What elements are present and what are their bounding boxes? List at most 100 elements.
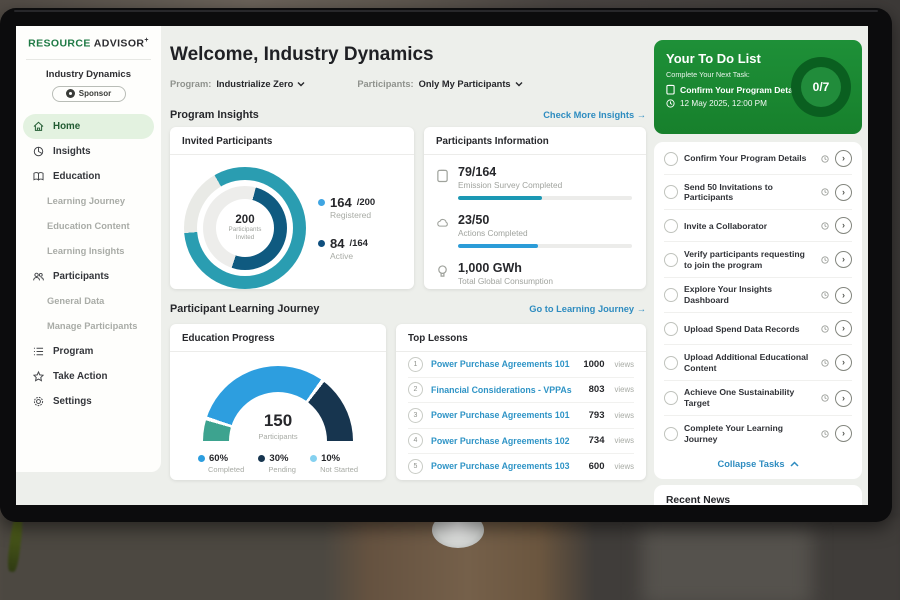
task-go-button[interactable]: › — [835, 287, 852, 304]
legend-value: 60% — [209, 453, 228, 464]
logo-part2: ADVISOR — [94, 38, 145, 50]
go-to-learning-journey-link[interactable]: Go to Learning Journey → — [529, 304, 646, 314]
sidebar-item-insights[interactable]: Insights — [16, 139, 161, 164]
active-dot — [318, 240, 325, 247]
task-go-button[interactable]: › — [835, 354, 852, 371]
sidebar-item-take-action[interactable]: Take Action — [16, 364, 161, 389]
sidebar-item-education-content[interactable]: Education Content — [16, 214, 161, 239]
views-label: views — [615, 385, 635, 394]
legend-label: Completed — [208, 465, 244, 474]
participants-filter-select[interactable]: Only My Participants — [419, 79, 523, 89]
task-go-button[interactable]: › — [835, 217, 852, 234]
list-icon — [32, 345, 45, 358]
task-row[interactable]: Achieve One Sustainability Target › — [664, 381, 852, 416]
registered-legend: 164/200 Registered — [318, 195, 375, 220]
task-row[interactable]: Upload Spend Data Records › — [664, 313, 852, 345]
gauge-value: 150 — [203, 411, 353, 431]
metric-label: Total Global Consumption — [458, 276, 632, 286]
task-label: Upload Additional Educational Content — [684, 352, 815, 373]
task-checkbox[interactable] — [664, 219, 678, 233]
views-count: 1000 — [583, 359, 604, 370]
program-filter-select[interactable]: Industrialize Zero — [216, 79, 305, 89]
legend-not-started: 10% Not Started — [310, 453, 358, 474]
task-row[interactable]: Verify participants requesting to join t… — [664, 242, 852, 277]
chevron-down-icon — [297, 81, 305, 87]
rank-badge: 5 — [408, 459, 423, 474]
task-go-button[interactable]: › — [835, 184, 852, 201]
views-label: views — [615, 436, 635, 445]
clock-icon — [821, 183, 829, 201]
lesson-link[interactable]: Power Purchase Agreements 101 — [431, 410, 581, 420]
not-started-dot — [310, 455, 317, 462]
sidebar-item-participants[interactable]: Participants — [16, 264, 161, 289]
views-label: views — [615, 411, 635, 420]
task-go-button[interactable]: › — [835, 425, 852, 442]
lesson-row[interactable]: 5 Power Purchase Agreements 103 600 view… — [408, 454, 634, 479]
sidebar-item-general-data[interactable]: General Data — [16, 289, 161, 314]
progress-bar-fill — [458, 196, 542, 200]
task-row[interactable]: Explore Your Insights Dashboard › — [664, 278, 852, 313]
lesson-link[interactable]: Power Purchase Agreements 101 — [431, 359, 575, 369]
lesson-row[interactable]: 4 Power Purchase Agreements 102 734 view… — [408, 429, 634, 455]
task-go-button[interactable]: › — [835, 150, 852, 167]
actions-icon — [436, 216, 450, 248]
progress-bar — [458, 244, 632, 248]
education-progress-gauge: 150 Participants — [203, 366, 353, 441]
task-checkbox[interactable] — [664, 391, 678, 405]
sidebar-item-education[interactable]: Education — [16, 164, 161, 189]
task-checkbox[interactable] — [664, 427, 678, 441]
program-insights-header: Program Insights Check More Insights → — [170, 109, 646, 121]
sidebar-item-home[interactable]: Home — [23, 114, 154, 139]
task-label: Send 50 Invitations to Participants — [684, 182, 815, 203]
sidebar: RESOURCE ADVISOR+ Industry Dynamics Spon… — [16, 26, 161, 472]
lesson-link[interactable]: Financial Considerations - VPPAs — [431, 385, 581, 395]
sidebar-item-learning-journey[interactable]: Learning Journey — [16, 189, 161, 214]
check-more-insights-link[interactable]: Check More Insights → — [543, 110, 646, 120]
legend-value: 30% — [269, 453, 288, 464]
task-checkbox[interactable] — [664, 152, 678, 166]
sidebar-item-program[interactable]: Program — [16, 339, 161, 364]
task-row[interactable]: Complete Your Learning Journey › — [664, 416, 852, 450]
legend-label: Not Started — [320, 465, 358, 474]
lesson-link[interactable]: Power Purchase Agreements 103 — [431, 461, 581, 471]
lesson-row[interactable]: 1 Power Purchase Agreements 101 1000 vie… — [408, 352, 634, 378]
task-checkbox[interactable] — [664, 288, 678, 302]
task-checkbox[interactable] — [664, 356, 678, 370]
logo-part1: RESOURCE — [28, 38, 91, 50]
lesson-row[interactable]: 3 Power Purchase Agreements 101 793 view… — [408, 403, 634, 429]
collapse-tasks-button[interactable]: Collapse Tasks — [664, 451, 852, 469]
lesson-row[interactable]: 2 Financial Considerations - VPPAs 803 v… — [408, 378, 634, 404]
photo-backdrop: RESOURCE ADVISOR+ Industry Dynamics Spon… — [0, 0, 900, 600]
sponsor-badge[interactable]: Sponsor — [52, 86, 126, 102]
task-checkbox[interactable] — [664, 322, 678, 336]
sidebar-item-label: Home — [53, 121, 80, 132]
task-go-button[interactable]: › — [835, 320, 852, 337]
task-row[interactable]: Upload Additional Educational Content › — [664, 345, 852, 380]
active-label: Active — [330, 251, 375, 261]
task-checkbox[interactable] — [664, 253, 678, 267]
clock-icon — [821, 150, 829, 168]
legend-completed: 60% Completed — [198, 453, 244, 474]
sidebar-item-label: Program — [53, 346, 93, 357]
app-logo: RESOURCE ADVISOR+ — [16, 37, 161, 50]
sidebar-item-label: General Data — [47, 296, 104, 306]
participants-filter-label: Participants: — [357, 79, 413, 89]
completed-dot — [198, 455, 205, 462]
lesson-link[interactable]: Power Purchase Agreements 102 — [431, 436, 581, 446]
logo-plus: + — [144, 37, 149, 44]
sidebar-item-manage-participants[interactable]: Manage Participants — [16, 314, 161, 339]
task-row[interactable]: Invite a Collaborator › — [664, 210, 852, 242]
task-row[interactable]: Confirm Your Program Details › — [664, 143, 852, 175]
task-go-button[interactable]: › — [835, 251, 852, 268]
metric-label: Emission Survey Completed — [458, 180, 632, 190]
sidebar-item-settings[interactable]: Settings — [16, 389, 161, 414]
task-row[interactable]: Send 50 Invitations to Participants › — [664, 175, 852, 210]
legend-label: Pending — [268, 465, 296, 474]
sidebar-item-learning-insights[interactable]: Learning Insights — [16, 239, 161, 264]
task-checkbox[interactable] — [664, 185, 678, 199]
task-go-button[interactable]: › — [835, 390, 852, 407]
pending-dot — [258, 455, 265, 462]
todo-summary-card: Your To Do List Complete Your Next Task:… — [654, 40, 862, 134]
metric-row: 1,000 GWh Total Global Consumption — [436, 261, 632, 286]
active-donut-ring: 200 Participants Invited — [203, 186, 287, 270]
